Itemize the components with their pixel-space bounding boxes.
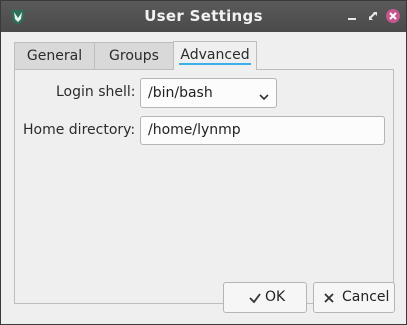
- user-settings-window: User Settings General Groups Advanced Lo…: [0, 0, 407, 325]
- cancel-button[interactable]: Cancel: [313, 282, 395, 313]
- login-shell-label: Login shell:: [56, 84, 136, 100]
- title-bar[interactable]: User Settings: [1, 1, 406, 32]
- ok-button[interactable]: OK: [223, 282, 307, 313]
- close-icon[interactable]: [385, 8, 401, 24]
- chevron-down-icon: [258, 88, 270, 101]
- minimize-icon[interactable]: [344, 8, 360, 24]
- tab-groups[interactable]: Groups: [94, 42, 174, 69]
- login-shell-value: /bin/bash: [148, 85, 213, 101]
- maximize-icon[interactable]: [365, 8, 381, 24]
- home-directory-label: Home directory:: [23, 122, 136, 138]
- x-icon: [322, 291, 336, 305]
- tab-advanced[interactable]: Advanced: [173, 41, 257, 70]
- ok-button-label: OK: [265, 289, 286, 305]
- home-directory-value: /home/lynmp: [148, 122, 241, 138]
- home-directory-input[interactable]: /home/lynmp: [140, 116, 385, 145]
- login-shell-dropdown[interactable]: /bin/bash: [140, 78, 277, 108]
- dialog-body: General Groups Advanced Login shell: /bi…: [1, 32, 406, 324]
- checkmark-icon: [248, 291, 262, 305]
- cancel-button-label: Cancel: [342, 289, 390, 305]
- tab-advanced-label: Advanced: [179, 47, 251, 65]
- tab-general[interactable]: General: [14, 42, 95, 69]
